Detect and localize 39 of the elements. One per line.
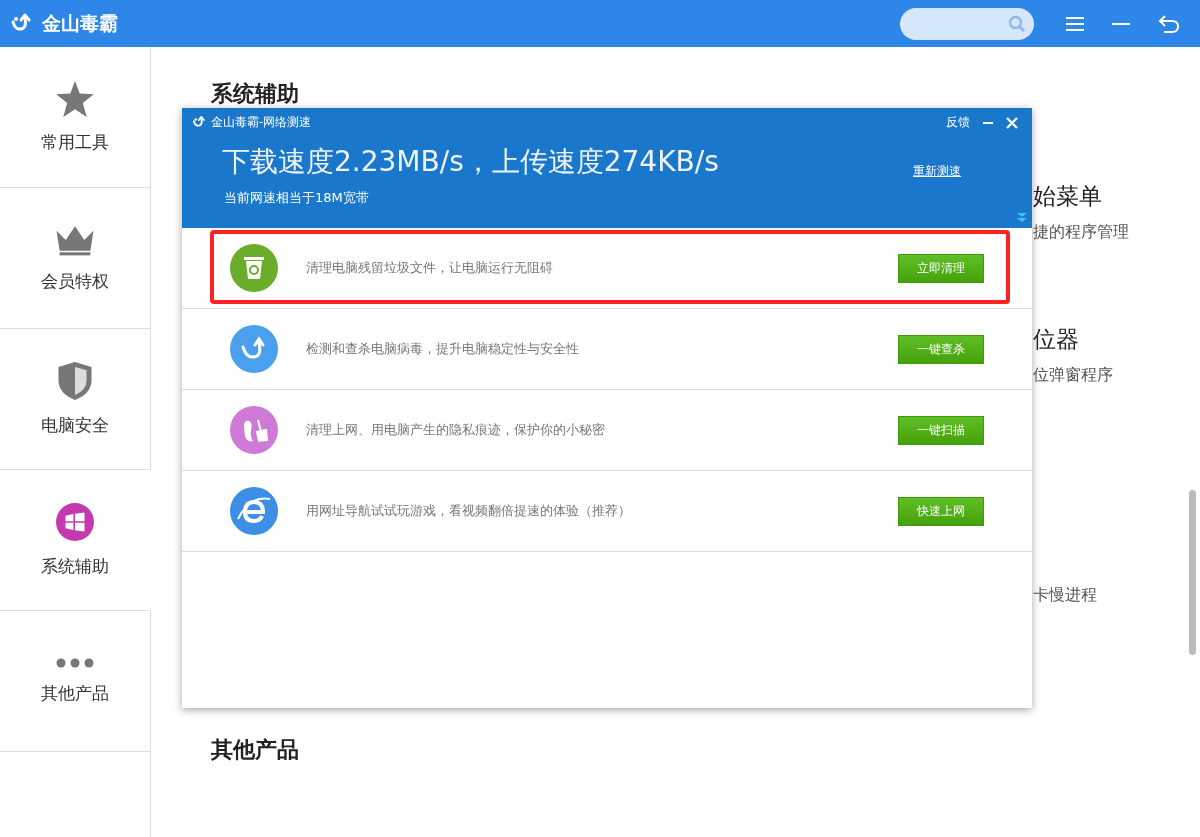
sidebar-item[interactable]: 系统辅助 — [0, 470, 151, 611]
footprint-broom-icon — [230, 406, 278, 454]
back-arrow-icon — [1158, 13, 1180, 34]
tool-description: 卡慢进程 — [1033, 585, 1098, 606]
logo-icon — [230, 325, 278, 373]
menu-icon — [1066, 15, 1084, 32]
search-field[interactable] — [900, 7, 1034, 40]
double-down-arrow-icon — [1016, 212, 1028, 224]
shield-icon — [58, 361, 92, 400]
feedback-link[interactable]: 反馈 — [942, 114, 974, 131]
app-title: 金山毒霸 — [42, 10, 118, 36]
star-icon — [56, 80, 94, 117]
tool-title: 始菜单 — [1033, 182, 1103, 211]
bandwidth-text: 当前网速相当于18M宽带 — [224, 189, 370, 207]
action-button[interactable]: 快速上网 — [898, 496, 984, 526]
close-icon — [1006, 116, 1018, 129]
minimize-icon — [1112, 22, 1130, 25]
tool-title: 位器 — [1033, 325, 1080, 354]
browser-icon — [230, 487, 278, 535]
recycle-bin-icon — [230, 244, 278, 292]
speed-result: 下载速度2.23MB/s，上传速度274KB/s — [222, 144, 719, 180]
action-button[interactable]: 一键扫描 — [898, 415, 984, 445]
feature-description: 检测和查杀电脑病毒，提升电脑稳定性与安全性 — [306, 340, 580, 358]
action-button[interactable]: 立即清理 — [898, 253, 984, 283]
section-heading: 其他产品 — [211, 736, 299, 764]
tool-description: 位弹窗程序 — [1033, 365, 1114, 386]
more-icon — [56, 657, 94, 668]
section-heading: 系统辅助 — [211, 80, 300, 108]
feature-description: 用网址导航试试玩游戏，看视频翻倍提速的体验（推荐） — [306, 502, 632, 520]
scrollbar-thumb[interactable] — [1189, 490, 1196, 655]
tool-description: 捷的程序管理 — [1033, 222, 1129, 243]
logo-icon — [192, 115, 207, 130]
action-button[interactable]: 一键查杀 — [898, 334, 984, 364]
dialog-title: 金山毒霸-网络测速 — [211, 114, 312, 131]
feature-description: 清理上网、用电脑产生的隐私痕迹，保护你的小秘密 — [306, 421, 606, 439]
search-icon — [1008, 14, 1026, 33]
feature-description: 清理电脑残留垃圾文件，让电脑运行无阻碍 — [306, 259, 554, 277]
windows-icon — [56, 502, 94, 541]
retest-link[interactable]: 重新测速 — [913, 163, 961, 180]
